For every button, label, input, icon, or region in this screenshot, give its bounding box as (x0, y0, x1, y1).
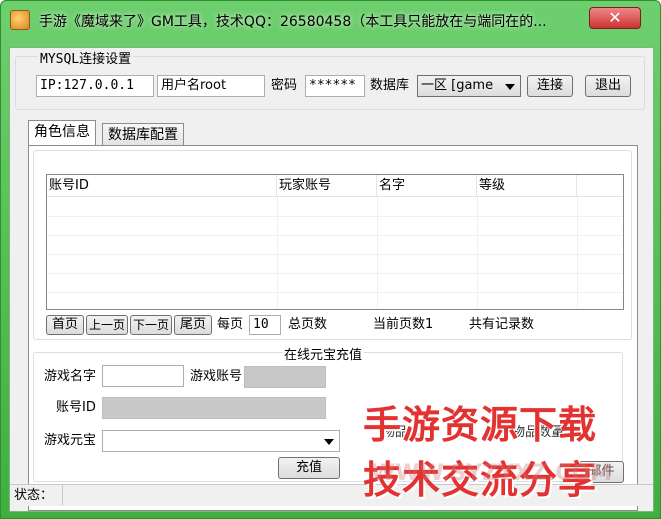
game-name-input[interactable] (102, 365, 184, 387)
tab-database-config[interactable]: 数据库配置 (102, 123, 184, 146)
first-page-button[interactable]: 首页 (46, 315, 84, 335)
exit-button[interactable]: 退出 (585, 75, 631, 97)
status-divider (62, 485, 63, 505)
grid-col-line (277, 197, 278, 309)
grid-row-line (47, 273, 623, 274)
per-page-label: 每页 (217, 317, 244, 332)
tab-role-info[interactable]: 角色信息 (28, 120, 96, 145)
ingot-label: 游戏元宝 (44, 433, 97, 448)
grid-row-line (47, 216, 623, 217)
database-label: 数据库 (370, 78, 410, 93)
last-page-button[interactable]: 尾页 (174, 315, 212, 335)
mysql-settings-group: MYSQL连接设置 IP:127.0.0.1 用户名root 密码 ******… (15, 48, 645, 110)
game-account-label: 游戏账号 (190, 369, 243, 384)
column-header-account-id[interactable]: 账号ID (47, 175, 277, 197)
total-pages-label: 总页数 (288, 317, 328, 332)
connect-button[interactable]: 连接 (527, 75, 573, 97)
grid-col-line (377, 197, 378, 309)
recharge-button[interactable]: 充值 (278, 457, 340, 479)
status-label: 状态： (14, 488, 54, 503)
window-title: 手游《魔域来了》GM工具，技术QQ：26580458（本工具只能放在与端同在的.… (39, 14, 547, 30)
mysql-group-title: MYSQL连接设置 (38, 48, 134, 67)
chevron-down-icon (324, 439, 334, 445)
game-name-label: 游戏名字 (44, 369, 97, 384)
grid-header: 账号ID 玩家账号 名字 等级 (47, 175, 623, 197)
grid-row-line (47, 235, 623, 236)
column-header-level[interactable]: 等级 (477, 175, 577, 197)
role-list-group: 账号ID 玩家账号 名字 等级 首页 上一页 下一页 尾页 每页 10 总页数 … (33, 150, 632, 340)
title-bar: 手游《魔域来了》GM工具，技术QQ：26580458（本工具只能放在与端同在的.… (1, 1, 660, 39)
ip-field[interactable]: IP:127.0.0.1 (36, 75, 154, 97)
current-page-label: 当前页数1 (373, 317, 434, 332)
app-window: 手游《魔域来了》GM工具，技术QQ：26580458（本工具只能放在与端同在的.… (0, 0, 661, 519)
username-field[interactable]: 用户名root (157, 75, 265, 97)
watermark-url: WWW.SYZYXZ.COM (371, 461, 613, 486)
password-field[interactable]: ****** (305, 75, 365, 97)
app-icon (10, 10, 30, 30)
recharge-group-title: 在线元宝充值 (282, 344, 365, 363)
account-id-input (102, 397, 326, 419)
database-select[interactable]: 一区 [game (417, 75, 521, 97)
account-id-label: 账号ID (56, 400, 96, 415)
prev-page-button[interactable]: 上一页 (86, 315, 128, 335)
next-page-button[interactable]: 下一页 (130, 315, 172, 335)
database-selected-value: 一区 [game (421, 78, 494, 93)
grid-row-line (47, 254, 623, 255)
per-page-input[interactable]: 10 (249, 315, 281, 335)
column-header-player-account[interactable]: 玩家账号 (277, 175, 377, 197)
game-account-input (244, 366, 326, 388)
password-label: 密码 (271, 78, 298, 93)
grid-col-line (477, 197, 478, 309)
column-header-name[interactable]: 名字 (377, 175, 477, 197)
grid-row-line (47, 292, 623, 293)
watermark-line-1: 手游资源下载 (363, 403, 598, 447)
role-data-grid[interactable]: 账号ID 玩家账号 名字 等级 (46, 174, 624, 310)
grid-col-line (577, 197, 578, 309)
chevron-down-icon (505, 84, 515, 90)
ingot-select[interactable] (102, 430, 340, 452)
total-records-label: 共有记录数 (469, 317, 535, 332)
close-button[interactable]: ✕ (589, 7, 641, 29)
